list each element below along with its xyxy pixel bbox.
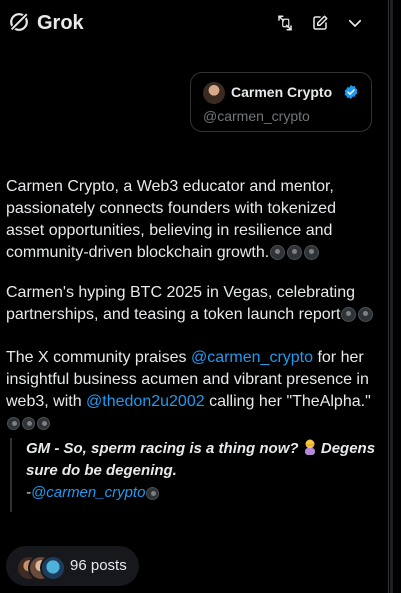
source-avatar-icon[interactable]: [7, 417, 20, 431]
community-text-end: calling her "TheAlpha.": [204, 393, 371, 410]
source-avatars[interactable]: [7, 417, 50, 431]
community-paragraph: The X community praises @carmen_crypto f…: [6, 347, 378, 435]
expand-button[interactable]: [274, 12, 296, 34]
quote-author-link[interactable]: @carmen_crypto: [31, 484, 145, 501]
source-avatar-icon[interactable]: [37, 417, 50, 431]
profile-name: Carmen Crypto: [231, 84, 333, 100]
quote-line-1: GM - So, sperm racing is a thing now?: [26, 440, 299, 457]
chevron-down-icon: [348, 19, 362, 27]
compose-icon: [313, 15, 328, 30]
compose-button[interactable]: [309, 12, 331, 34]
summary-paragraph: Carmen Crypto, a Web3 educator and mento…: [6, 176, 378, 264]
source-avatar-icon[interactable]: [304, 245, 320, 261]
profile-handle: @carmen_crypto: [203, 108, 310, 124]
posts-pill-button[interactable]: 96 posts: [6, 546, 139, 586]
grok-logo-icon: [9, 12, 29, 32]
source-avatar-icon[interactable]: [146, 486, 160, 500]
header: Grok: [0, 0, 388, 48]
mention-link-carmen[interactable]: @carmen_crypto: [191, 349, 313, 366]
source-avatar-icon[interactable]: [358, 307, 374, 323]
expand-icon: [278, 15, 292, 31]
grok-panel: Grok Carmen Crypto @carmen_crypto Carmen…: [0, 0, 389, 593]
source-avatar-icon[interactable]: [287, 245, 303, 261]
activity-text: Carmen's hyping BTC 2025 in Vegas, celeb…: [6, 284, 356, 323]
woman-facepalming-emoji-icon: [304, 439, 315, 455]
source-avatar-icon[interactable]: [270, 245, 286, 261]
source-avatars[interactable]: [270, 245, 320, 261]
source-avatar-icon[interactable]: [22, 417, 35, 431]
avatar: [203, 82, 225, 104]
mention-link-thedon[interactable]: @thedon2u2002: [86, 393, 205, 410]
source-avatars[interactable]: [146, 486, 160, 500]
profile-card[interactable]: Carmen Crypto @carmen_crypto: [190, 72, 372, 132]
scrollbar[interactable]: [389, 0, 401, 593]
app-title: Grok: [37, 12, 84, 34]
posts-count: 96 posts: [70, 557, 127, 574]
source-avatars[interactable]: [341, 307, 374, 323]
quote-attribution: -@carmen_crypto: [26, 482, 378, 504]
quoted-post: GM - So, sperm racing is a thing now? De…: [10, 438, 378, 512]
source-avatar-icon[interactable]: [341, 307, 357, 323]
verified-badge-icon: [344, 85, 358, 99]
avatar: [40, 555, 66, 581]
activity-paragraph: Carmen's hyping BTC 2025 in Vegas, celeb…: [6, 282, 378, 326]
quote-text: GM - So, sperm racing is a thing now? De…: [26, 438, 378, 482]
community-text-start: The X community praises: [6, 349, 191, 366]
collapse-button[interactable]: [344, 12, 366, 34]
